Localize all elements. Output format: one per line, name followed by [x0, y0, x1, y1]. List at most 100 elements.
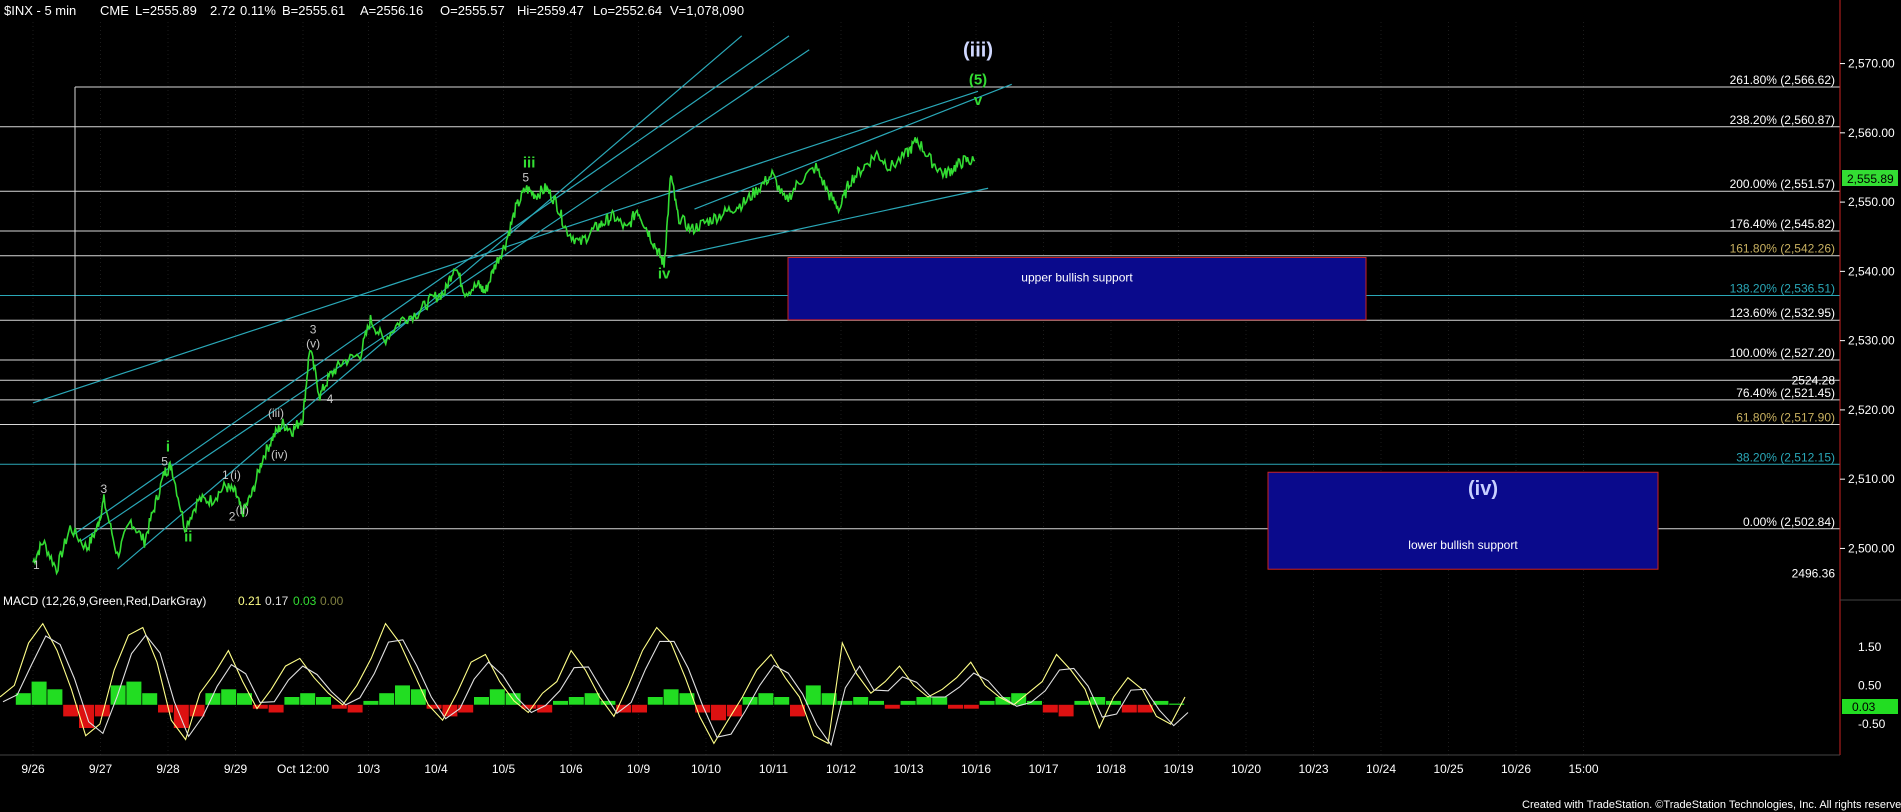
date-tick-label: 10/11 [759, 762, 788, 776]
fib-label: 76.40% (2,521.45) [1736, 386, 1835, 400]
wave-label: (v) [306, 337, 320, 351]
macd-hist-bar [553, 700, 568, 705]
price-tick-label: 2,520.00 [1848, 403, 1895, 417]
fib-label: 100.00% (2,527.20) [1730, 346, 1835, 360]
wave-label: 4 [327, 392, 334, 406]
macd-hist-bar [268, 704, 284, 713]
macd-hist-bar [474, 697, 489, 705]
macd-hist-bar [900, 700, 916, 705]
macd-tick-label: 1.50 [1858, 640, 1882, 654]
fib-label: 138.20% (2,536.51) [1730, 282, 1835, 296]
price-tick-label: 2,540.00 [1848, 264, 1895, 278]
header-bid: B=2555.61 [282, 3, 345, 18]
macd-hist-bar [853, 697, 869, 705]
date-tick-label: 10/25 [1433, 762, 1463, 776]
macd-current-label: 0.03 [1852, 700, 1876, 714]
macd-hist-bar [647, 697, 663, 705]
date-tick-label: 10/4 [424, 762, 448, 776]
macd-hist-bar [1042, 704, 1058, 713]
macd-hist-bar [1090, 697, 1106, 705]
wave-label: iv [658, 265, 671, 282]
macd-hist-bar [189, 704, 205, 717]
date-tick-label: Oct 12:00 [277, 762, 329, 776]
macd-hist-bar [758, 693, 774, 705]
wave-label: iii [523, 154, 536, 171]
level-label: 2524.28 [1792, 373, 1836, 387]
header-volume: V=1,078,090 [670, 3, 744, 18]
fib-label: 123.60% (2,532.95) [1730, 306, 1835, 320]
macd-hist-bar [568, 697, 584, 705]
wave-label: (iii) [963, 40, 993, 62]
chart-background [0, 0, 1901, 812]
price-tick-label: 2,510.00 [1848, 472, 1895, 486]
macd-hist-bar [632, 704, 647, 713]
macd-hist-bar [395, 685, 410, 705]
date-tick-label: 10/12 [826, 762, 856, 776]
level-label: 2496.36 [1792, 567, 1836, 581]
fib-label: 261.80% (2,566.62) [1730, 73, 1835, 87]
header-change-pct: 0.11% [240, 3, 276, 18]
macd-hist-bar [948, 704, 963, 709]
price-tick-label: 2,550.00 [1848, 195, 1895, 209]
macd-hist-bar [379, 693, 395, 705]
macd-hist-bar [331, 704, 347, 709]
macd-hist-bar [837, 700, 853, 705]
price-tick-label: 2,570.00 [1848, 57, 1895, 71]
wave-label: ii [184, 529, 192, 546]
current-price-label: 2,555.89 [1847, 172, 1894, 186]
macd-hist-bar [1121, 704, 1137, 713]
date-tick-label: 10/20 [1231, 762, 1261, 776]
wave-label: (iv) [271, 447, 288, 461]
macd-hist-bar [142, 693, 158, 705]
wave-label: 5 [161, 454, 168, 468]
footer-credit: Created with TradeStation. ©TradeStation… [1522, 799, 1901, 811]
macd-hist-bar [363, 700, 379, 705]
macd-hist-bar [221, 689, 237, 705]
fib-label: 176.40% (2,545.82) [1730, 217, 1835, 231]
macd-hist-bar [663, 689, 679, 705]
price-tick-label: 2,530.00 [1848, 334, 1895, 348]
lower-support-label: lower bullish support [1408, 538, 1518, 552]
lower-support-zone [1267, 471, 1659, 570]
macd-hist-bar [805, 685, 821, 705]
date-tick-label: 10/9 [627, 762, 651, 776]
wave-label: (5) [969, 71, 987, 88]
date-tick-label: 10/23 [1298, 762, 1328, 776]
wave-label: (ii) [236, 503, 249, 517]
macd-hist-bar [916, 697, 932, 705]
header-high: Hi=2559.47 [517, 3, 584, 18]
date-tick-label: 9/29 [224, 762, 248, 776]
macd-hist-bar [963, 704, 979, 709]
macd-value-2: 0.17 [265, 594, 289, 608]
macd-hist-bar [884, 704, 900, 709]
date-tick-label: 10/19 [1163, 762, 1193, 776]
macd-hist-bar [1058, 704, 1074, 717]
fib-label: 61.80% (2,517.90) [1736, 410, 1835, 424]
header-low: Lo=2552.64 [593, 3, 662, 18]
macd-hist-bar [869, 700, 884, 705]
date-tick-label: 10/6 [559, 762, 583, 776]
macd-value-1: 0.21 [238, 594, 262, 608]
macd-value-3: 0.03 [293, 594, 317, 608]
macd-hist-bar [63, 704, 79, 717]
wave-label: i [166, 438, 170, 455]
macd-hist-bar [1074, 700, 1090, 705]
macd-hist-bar [31, 681, 47, 705]
date-tick-label: 10/5 [492, 762, 516, 776]
macd-hist-bar [347, 704, 363, 713]
macd-hist-bar [316, 697, 331, 705]
macd-value-4: 0.00 [320, 594, 344, 608]
fib-label: 0.00% (2,502.84) [1743, 515, 1835, 529]
macd-hist-bar [158, 704, 173, 713]
date-tick-label: 9/27 [89, 762, 113, 776]
chart-canvas: $INX - 5 min CME L=2555.89 2.72 0.11% B=… [0, 0, 1901, 812]
macd-hist-bar [979, 700, 995, 705]
wave-label: 3 [310, 323, 317, 337]
fib-label: 200.00% (2,551.57) [1730, 177, 1835, 191]
macd-hist-bar [1106, 700, 1121, 705]
macd-hist-bar [774, 697, 790, 705]
macd-hist-bar [584, 693, 600, 705]
macd-hist-bar [300, 693, 316, 705]
macd-tick-label: 0.50 [1858, 678, 1882, 692]
upper-support-label: upper bullish support [1021, 271, 1133, 285]
